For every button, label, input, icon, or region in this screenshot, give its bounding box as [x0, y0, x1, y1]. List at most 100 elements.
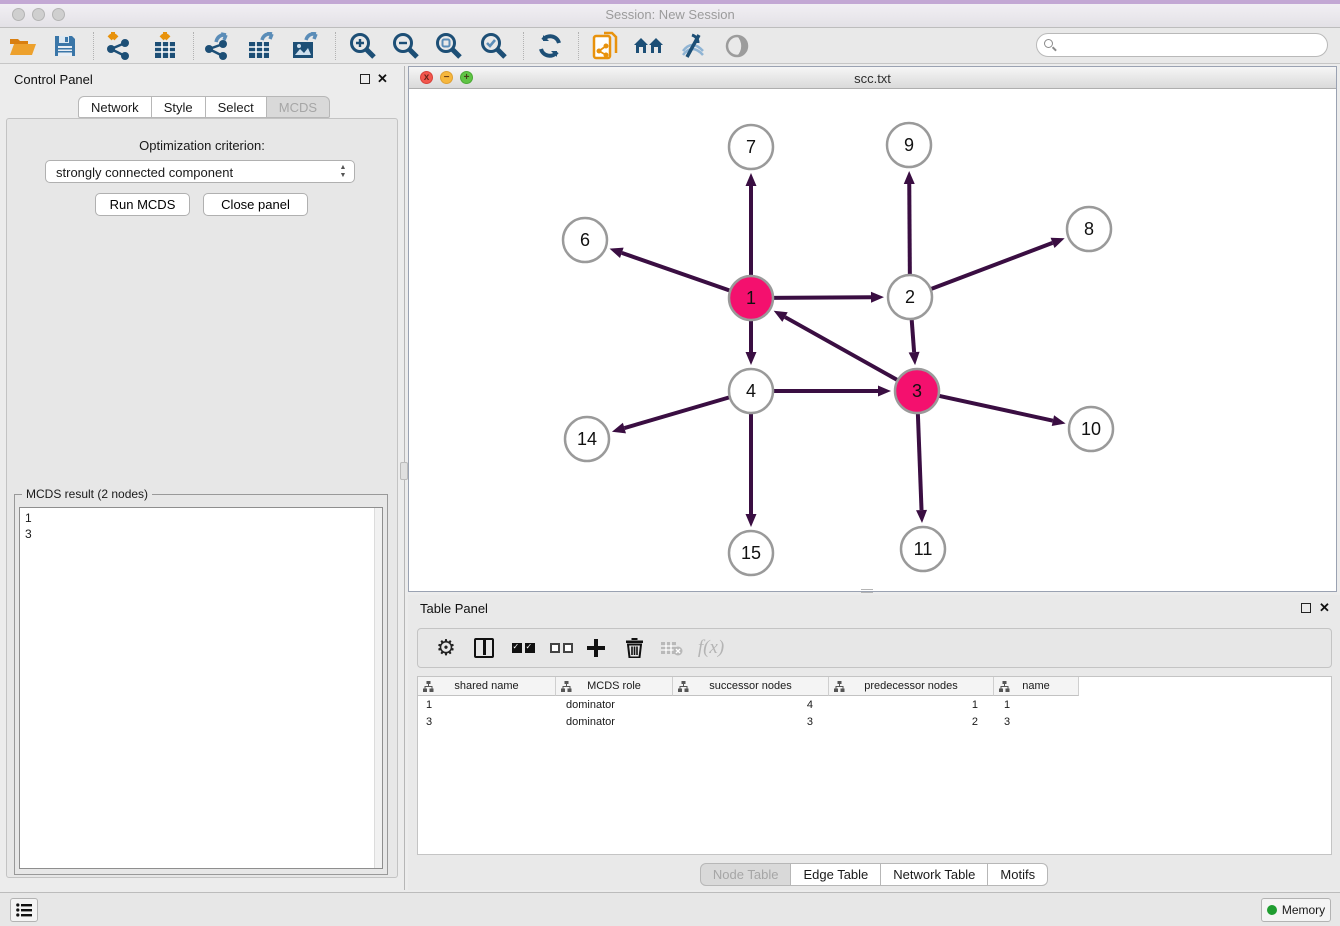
network-window-titlebar[interactable]: x − + scc.txt	[409, 67, 1336, 89]
panel-splitter-handle[interactable]	[400, 462, 408, 480]
select-all-checkboxes-icon[interactable]	[508, 629, 538, 667]
network-resize-handle[interactable]	[861, 589, 873, 593]
table-panel-close-icon[interactable]: ✕	[1319, 602, 1330, 614]
graph-edge-1-6[interactable]	[622, 253, 732, 292]
graph-arrowhead-3-10	[1052, 415, 1066, 426]
function-builder-icon: f(x)	[694, 629, 728, 667]
export-image-icon[interactable]	[288, 30, 322, 62]
column-header-shared-name[interactable]: shared name	[418, 677, 556, 696]
toggle-columns-icon[interactable]	[470, 629, 498, 667]
result-scrollbar[interactable]	[374, 508, 382, 868]
import-table-icon[interactable]	[148, 30, 182, 62]
network-window-title: scc.txt	[409, 71, 1336, 86]
graph-node-label-11: 11	[914, 539, 933, 559]
tab-mcds[interactable]: MCDS	[267, 96, 330, 118]
graph-arrowhead-1-6	[610, 248, 624, 258]
run-mcds-button[interactable]: Run MCDS	[95, 193, 190, 216]
column-header-label: MCDS role	[587, 680, 641, 692]
mcds-panel: Optimization criterion: strongly connect…	[6, 118, 398, 878]
main-toolbar	[0, 28, 1340, 64]
search-icon	[1044, 39, 1053, 48]
graph-edge-2-9[interactable]	[909, 184, 910, 277]
graph-edge-3-11[interactable]	[918, 411, 922, 510]
add-column-icon[interactable]	[582, 629, 610, 667]
table-cell[interactable]: 3	[418, 714, 556, 731]
graph-edge-4-14[interactable]	[624, 397, 731, 428]
criterion-select[interactable]: strongly connected component ▲▼	[45, 160, 355, 183]
table-panel-tabs: Node TableEdge TableNetwork TableMotifs	[408, 863, 1340, 886]
tab-network-table[interactable]: Network Table	[881, 863, 988, 886]
column-header-MCDS-role[interactable]: MCDS role	[556, 677, 673, 696]
graph-arrowhead-1-4	[746, 352, 757, 365]
graph-edge-1-2[interactable]	[771, 297, 871, 298]
zoom-out-icon[interactable]	[389, 30, 423, 62]
table-cell[interactable]: 3	[673, 714, 829, 731]
graph-arrowhead-1-2	[871, 292, 884, 303]
mcds-result-textarea[interactable]: 1 3	[19, 507, 383, 869]
tab-node-table[interactable]: Node Table	[700, 863, 792, 886]
memory-status-icon	[1267, 905, 1277, 915]
memory-button[interactable]: Memory	[1261, 898, 1331, 922]
settings-gear-icon[interactable]: ⚙	[432, 629, 460, 667]
control-panel-title: Control Panel	[14, 72, 93, 87]
hide-selected-eye-icon[interactable]	[676, 30, 710, 62]
close-panel-button[interactable]: Close panel	[203, 193, 308, 216]
graph-arrowhead-4-15	[746, 514, 757, 527]
toolbar-separator	[335, 32, 336, 60]
home-layout-icon[interactable]	[632, 30, 666, 62]
table-panel-float-icon[interactable]	[1301, 603, 1311, 613]
deselect-all-checkboxes-icon[interactable]	[546, 629, 576, 667]
mcds-result-text: 1 3	[25, 510, 32, 542]
graph-edge-3-10[interactable]	[937, 395, 1053, 420]
open-session-icon[interactable]	[6, 30, 40, 62]
table-cell[interactable]: 3	[994, 714, 1079, 731]
graph-node-label-7: 7	[746, 137, 756, 157]
zoom-in-icon[interactable]	[346, 30, 380, 62]
import-network-icon[interactable]	[103, 30, 137, 62]
table-panel-title: Table Panel	[420, 601, 488, 616]
table-cell[interactable]: 4	[673, 697, 829, 714]
column-header-name[interactable]: name	[994, 677, 1079, 696]
export-table-icon[interactable]	[244, 30, 278, 62]
control-panel-float-icon[interactable]	[360, 74, 370, 84]
hierarchy-icon	[561, 681, 572, 692]
network-view-window: x − + scc.txt 7968124314101511	[408, 66, 1337, 592]
graph-arrowhead-3-11	[916, 510, 927, 523]
table-cell[interactable]: 1	[418, 697, 556, 714]
table-cell[interactable]: 1	[829, 697, 994, 714]
control-panel-close-icon[interactable]: ✕	[377, 73, 388, 85]
task-history-button[interactable]	[10, 898, 38, 922]
toolbar-separator	[193, 32, 194, 60]
export-network-icon[interactable]	[201, 30, 235, 62]
graph-edge-2-3[interactable]	[911, 317, 914, 352]
graph-node-label-15: 15	[741, 543, 761, 563]
table-cell[interactable]: dominator	[556, 714, 673, 731]
graph-arrowhead-2-9	[904, 171, 915, 184]
graph-node-label-3: 3	[912, 381, 922, 401]
hierarchy-icon	[999, 681, 1010, 692]
network-canvas[interactable]: 7968124314101511	[409, 89, 1336, 591]
tab-network[interactable]: Network	[78, 96, 152, 118]
save-session-icon[interactable]	[48, 30, 82, 62]
column-header-predecessor-nodes[interactable]: predecessor nodes	[829, 677, 994, 696]
refresh-icon[interactable]	[533, 30, 567, 62]
show-all-eye-icon[interactable]	[720, 30, 754, 62]
search-box	[1036, 33, 1328, 57]
table-cell[interactable]: 1	[994, 697, 1079, 714]
graph-node-label-4: 4	[746, 381, 756, 401]
zoom-selected-icon[interactable]	[477, 30, 511, 62]
search-input[interactable]	[1059, 36, 1319, 54]
new-network-from-selection-icon[interactable]	[589, 30, 623, 62]
graph-edge-2-8[interactable]	[929, 243, 1053, 290]
table-cell[interactable]: 2	[829, 714, 994, 731]
tab-motifs[interactable]: Motifs	[988, 863, 1048, 886]
column-header-successor-nodes[interactable]: successor nodes	[673, 677, 829, 696]
table-cell[interactable]: dominator	[556, 697, 673, 714]
tab-edge-table[interactable]: Edge Table	[791, 863, 881, 886]
tab-style[interactable]: Style	[152, 96, 206, 118]
graph-edge-3-1[interactable]	[785, 317, 900, 381]
tab-select[interactable]: Select	[206, 96, 267, 118]
delete-column-trash-icon[interactable]	[620, 629, 648, 667]
toolbar-separator	[523, 32, 524, 60]
zoom-fit-icon[interactable]	[432, 30, 466, 62]
